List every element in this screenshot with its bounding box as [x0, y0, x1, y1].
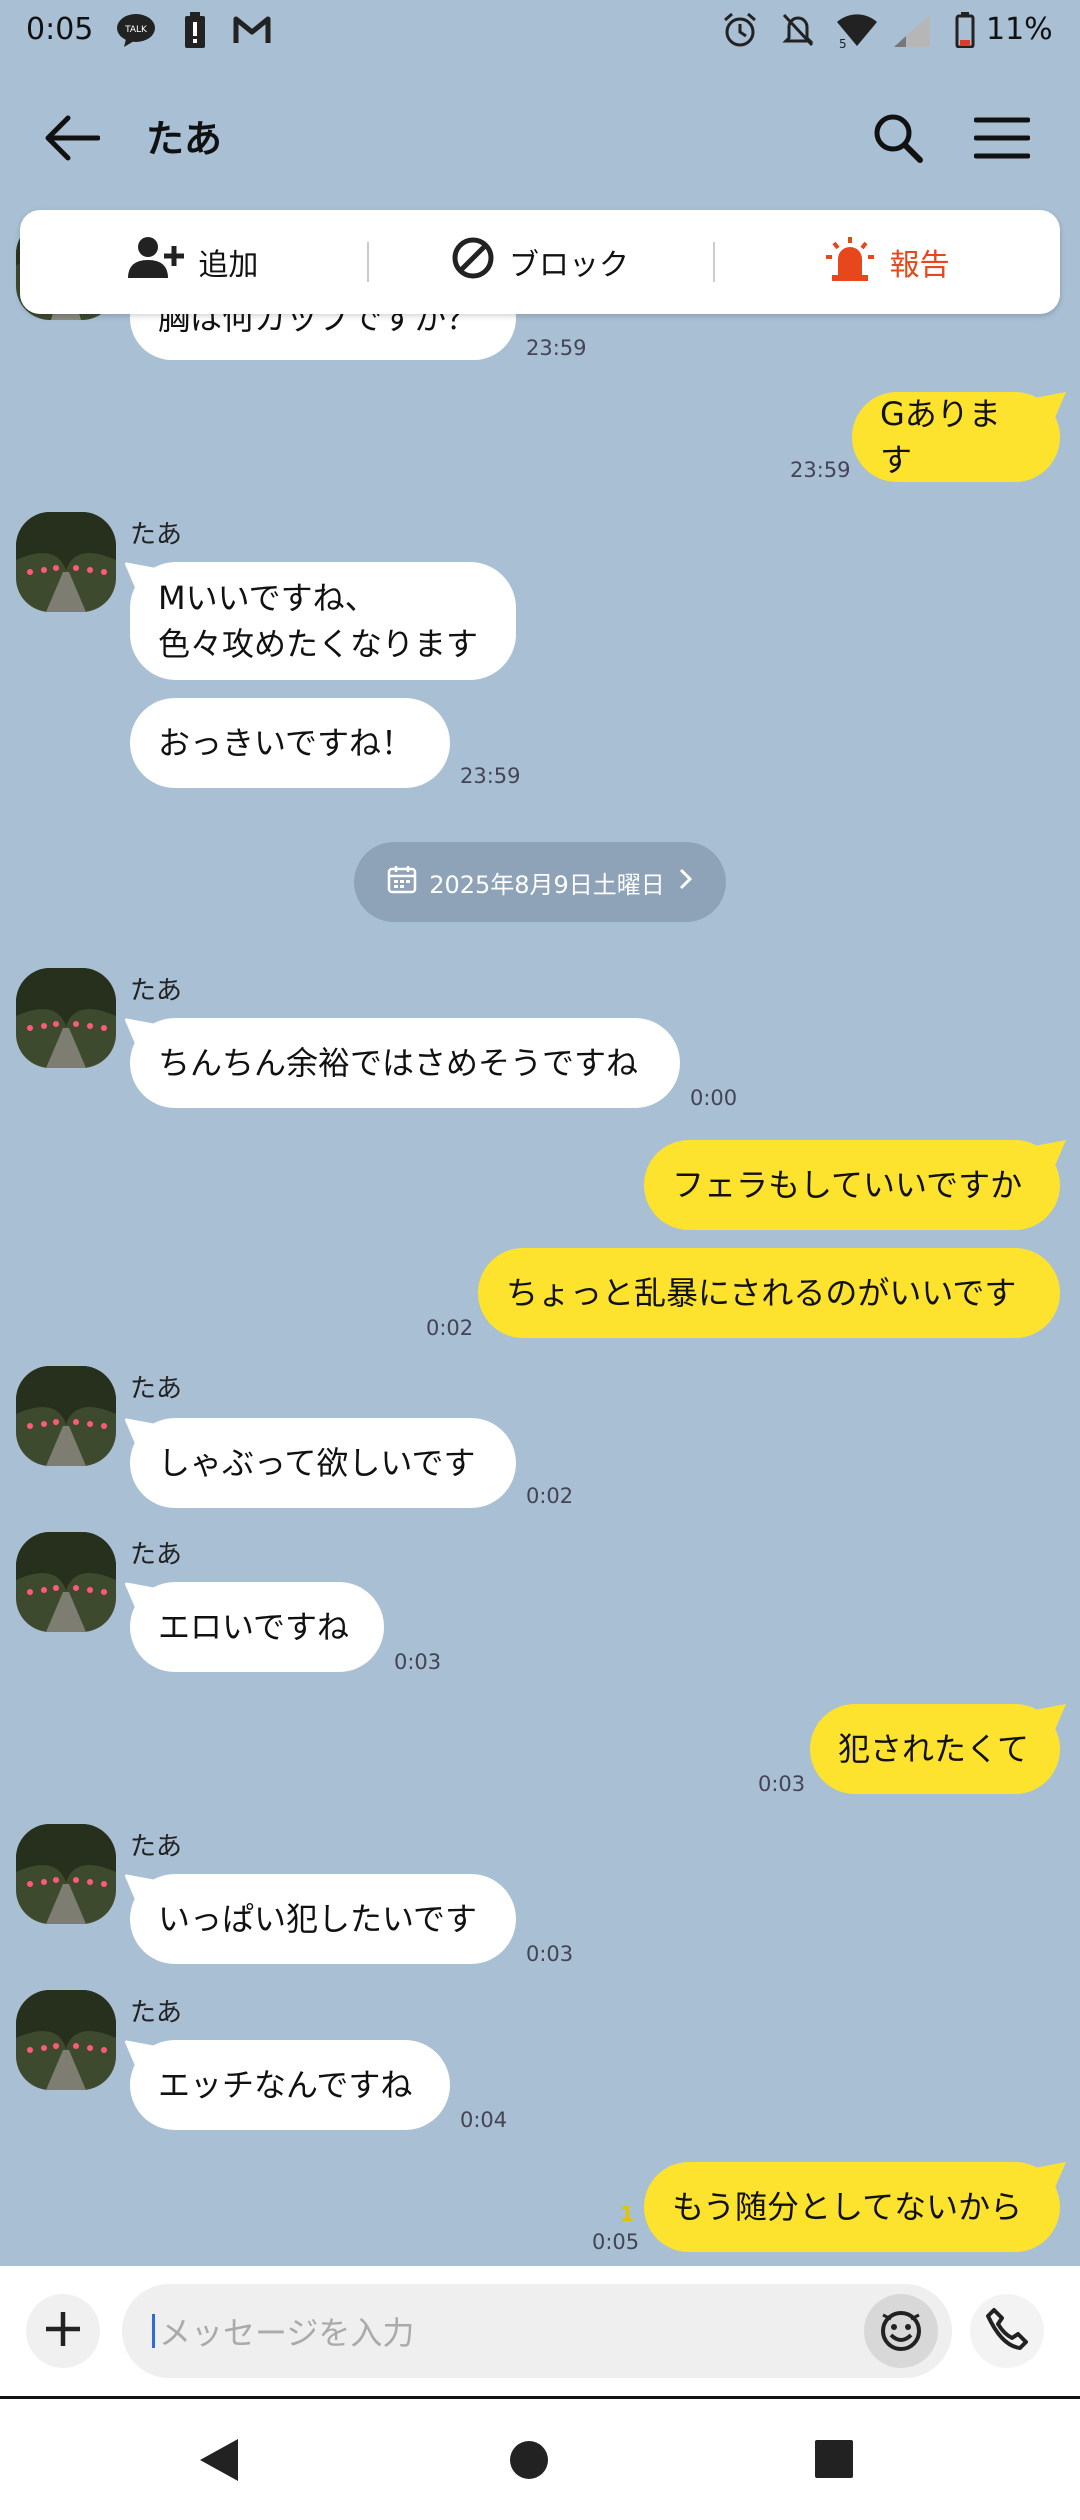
battery-icon	[952, 12, 978, 48]
message-bubble-incoming[interactable]: しゃぶって欲しいです	[130, 1418, 516, 1508]
battery-percent: 11%	[986, 12, 1053, 47]
message-text: しゃぶって欲しいです	[158, 1444, 476, 1482]
report-label: 報告	[889, 248, 950, 283]
message-text: ちんちん余裕ではさめそうですね	[158, 1044, 639, 1082]
message-bubble-outgoing[interactable]: 犯されたくて	[810, 1704, 1060, 1794]
message-time: 0:02	[526, 1484, 574, 1508]
search-icon[interactable]	[866, 106, 930, 170]
emoji-button[interactable]	[864, 2294, 938, 2368]
message-time: 0:03	[526, 1942, 574, 1966]
avatar[interactable]	[16, 1532, 116, 1632]
message-bubble-incoming[interactable]: エッチなんですね	[130, 2040, 450, 2130]
talk-icon: TALK	[114, 12, 158, 48]
message-time: 0:03	[758, 1772, 806, 1796]
silent-icon	[778, 12, 818, 48]
message-text: Gあります	[880, 395, 1001, 479]
message-time: 23:59	[526, 336, 587, 360]
avatar[interactable]	[16, 1366, 116, 1466]
message-text: いっぱい犯したいです	[158, 1900, 478, 1938]
action-bar: 追加 ブロック 報告	[20, 210, 1060, 314]
message-text: もう随分としてないから	[672, 2188, 1023, 2226]
svg-text:TALK: TALK	[124, 25, 148, 35]
block-button[interactable]: ブロック	[366, 210, 714, 314]
unread-count: 1	[620, 2202, 634, 2226]
plus-button[interactable]	[26, 2294, 100, 2368]
message-text-line: Mいいですね、	[158, 579, 377, 617]
message-input[interactable]: メッセージを入力	[122, 2284, 952, 2378]
avatar[interactable]	[16, 968, 116, 1068]
sender-name: たあ	[130, 520, 183, 550]
message-time: 0:03	[394, 1650, 442, 1674]
gmail-icon	[232, 12, 272, 48]
report-button[interactable]: 報告	[713, 210, 1060, 314]
message-text: 犯されたくて	[838, 1730, 1030, 1768]
avatar[interactable]	[16, 512, 116, 612]
back-arrow-icon[interactable]	[40, 106, 104, 170]
message-time: 0:05	[592, 2230, 640, 2254]
message-bubble-incoming[interactable]: エロいですね	[130, 1582, 384, 1672]
avatar[interactable]	[16, 1824, 116, 1924]
plus-icon	[43, 2309, 83, 2353]
message-placeholder: メッセージを入力	[159, 2314, 415, 2352]
nav-recents-icon[interactable]	[814, 2439, 854, 2483]
add-user-icon	[128, 236, 185, 288]
message-bubble-incoming[interactable]: Mいいですね、 色々攻めたくなります	[130, 562, 516, 680]
add-label: 追加	[198, 248, 259, 283]
message-time: 0:02	[426, 1316, 474, 1340]
date-text: 2025年8月9日土曜日	[429, 870, 665, 899]
sender-name: たあ	[130, 1832, 183, 1862]
text-caret	[152, 2314, 155, 2348]
message-bubble-outgoing[interactable]: ちょっと乱暴にされるのがいいです	[478, 1248, 1060, 1338]
system-nav-bar	[0, 2396, 1080, 2520]
sender-name: たあ	[130, 1998, 183, 2028]
sender-name: たあ	[130, 976, 183, 1006]
message-bubble-outgoing[interactable]: フェラもしていいですか	[644, 1140, 1060, 1230]
message-time: 0:04	[460, 2108, 508, 2132]
sender-name: たあ	[130, 1374, 183, 1404]
message-text-line: 色々攻めたくなります	[158, 625, 479, 663]
calendar-icon	[387, 864, 417, 900]
status-time: 0:05	[26, 12, 94, 47]
message-time: 0:00	[690, 1086, 738, 1110]
message-time: 23:59	[460, 764, 521, 788]
svg-text:5: 5	[839, 37, 847, 48]
wifi-icon: 5	[834, 12, 880, 48]
date-separator[interactable]: 2025年8月9日土曜日	[354, 842, 726, 922]
nav-home-icon[interactable]	[508, 2439, 550, 2485]
message-bubble-outgoing[interactable]: Gあります	[852, 392, 1060, 482]
message-bubble-incoming[interactable]: ちんちん余裕ではさめそうですね	[130, 1018, 680, 1108]
chat-title: たあ	[146, 117, 223, 161]
block-icon	[451, 236, 495, 288]
emoji-icon	[877, 2305, 925, 2357]
nav-back-icon[interactable]	[196, 2437, 240, 2487]
siren-icon	[824, 235, 876, 289]
sender-name: たあ	[130, 1540, 183, 1570]
call-button[interactable]	[970, 2294, 1044, 2368]
add-friend-button[interactable]: 追加	[20, 210, 367, 314]
message-text: フェラもしていいですか	[672, 1166, 1023, 1204]
avatar[interactable]	[16, 1990, 116, 2090]
message-bubble-incoming[interactable]: いっぱい犯したいです	[130, 1874, 516, 1964]
message-bubble-incoming[interactable]: おっきいですね！	[130, 698, 450, 788]
message-text: ちょっと乱暴にされるのがいいです	[506, 1274, 1017, 1312]
alarm-icon	[720, 12, 760, 48]
message-text: おっきいですね！	[158, 724, 414, 762]
menu-icon[interactable]	[970, 106, 1034, 170]
phone-icon	[984, 2306, 1030, 2356]
block-label: ブロック	[509, 248, 629, 283]
message-bubble-outgoing[interactable]: もう随分としてないから	[644, 2162, 1060, 2252]
battery-alert-icon	[180, 12, 210, 48]
signal-icon	[890, 12, 934, 48]
chevron-right-icon	[677, 867, 693, 897]
message-text: エッチなんですね	[158, 2066, 413, 2104]
message-text: エロいですね	[158, 1608, 350, 1646]
status-bar: 0:05 TALK 5 11%	[0, 0, 1080, 62]
message-time: 23:59	[790, 458, 851, 482]
